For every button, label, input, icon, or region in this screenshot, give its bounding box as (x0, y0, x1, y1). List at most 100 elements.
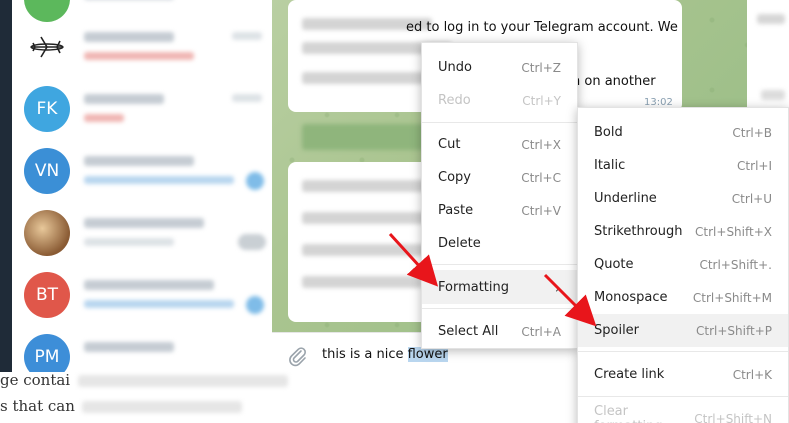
blurred-text (84, 114, 124, 122)
avatar: VN (24, 148, 70, 194)
menu-item-shortcut: Ctrl+V (521, 203, 561, 218)
menu-separator (422, 264, 577, 265)
menu-item-strikethrough[interactable]: Strikethrough Ctrl+Shift+X (578, 215, 788, 248)
menu-item-label: Paste (438, 203, 474, 218)
screenshot-root: FK VN BT PM ed to log in to your Telegra… (0, 0, 789, 423)
chat-list: FK VN BT PM (12, 0, 272, 372)
chat-list-item[interactable] (12, 18, 272, 80)
menu-item-italic[interactable]: Italic Ctrl+I (578, 149, 788, 182)
avatar: FK (24, 86, 70, 132)
menu-item-shortcut: Ctrl+Shift+M (692, 290, 772, 305)
blurred-text (757, 14, 785, 24)
left-sidebar-strip (0, 0, 12, 372)
airplane-icon (24, 24, 70, 70)
blurred-text (84, 52, 194, 60)
blurred-text (84, 176, 234, 184)
formatting-submenu: Bold Ctrl+B Italic Ctrl+I Underline Ctrl… (577, 107, 789, 423)
menu-item-shortcut: Ctrl+Shift+P (696, 323, 772, 338)
blurred-text (84, 300, 234, 308)
menu-item-label: Copy (438, 170, 471, 185)
menu-item-undo[interactable]: Undo Ctrl+Z (422, 51, 577, 84)
unread-badge (246, 296, 264, 314)
menu-item-label: Redo (438, 93, 471, 108)
chat-list-item[interactable]: BT (12, 266, 272, 328)
avatar (24, 210, 70, 256)
blurred-text (82, 401, 242, 413)
menu-item-select-all[interactable]: Select All Ctrl+A (422, 315, 577, 348)
menu-item-shortcut: Ctrl+Y (522, 93, 561, 108)
menu-item-shortcut: Ctrl+K (732, 367, 772, 382)
unread-badge (246, 172, 264, 190)
chat-list-item[interactable]: VN (12, 142, 272, 204)
menu-item-shortcut: Ctrl+C (521, 170, 561, 185)
menu-item-shortcut: Ctrl+I (737, 158, 772, 173)
menu-separator (422, 122, 577, 123)
blurred-text (761, 90, 785, 100)
menu-item-shortcut: Ctrl+A (521, 324, 561, 339)
article-text: s that can (0, 397, 75, 415)
menu-item-label: Undo (438, 60, 472, 75)
menu-item-label: Delete (438, 236, 481, 251)
menu-item-label: Spoiler (594, 323, 640, 338)
blurred-text (84, 94, 164, 104)
menu-item-spoiler[interactable]: Spoiler Ctrl+Shift+P (578, 314, 788, 347)
avatar: BT (24, 272, 70, 318)
input-text: this is a nice (322, 347, 408, 362)
menu-item-label: Quote (594, 257, 634, 272)
menu-item-label: Select All (438, 324, 499, 339)
menu-item-clear-formatting[interactable]: Clear formatting Ctrl+Shift+N (578, 402, 788, 423)
blurred-text (84, 342, 174, 352)
message-text: n on another (572, 74, 656, 89)
menu-item-label: Cut (438, 137, 461, 152)
menu-item-label: Bold (594, 125, 623, 140)
blurred-text (84, 238, 174, 246)
menu-item-formatting[interactable]: Formatting › (422, 270, 577, 304)
menu-item-label: Strikethrough (594, 224, 683, 239)
menu-item-copy[interactable]: Copy Ctrl+C (422, 161, 577, 194)
menu-separator (578, 351, 788, 352)
menu-item-label: Clear formatting (594, 403, 663, 423)
menu-item-underline[interactable]: Underline Ctrl+U (578, 182, 788, 215)
menu-item-shortcut: Ctrl+Shift+N (694, 411, 772, 423)
chevron-right-icon: › (554, 277, 561, 297)
menu-item-label: Formatting (438, 279, 510, 295)
avatar: PM (24, 334, 70, 372)
menu-item-label: Monospace (594, 290, 668, 305)
menu-item-monospace[interactable]: Monospace Ctrl+Shift+M (578, 281, 788, 314)
menu-item-shortcut: Ctrl+Shift+X (695, 224, 772, 239)
blurred-text (84, 156, 194, 166)
menu-item-cut[interactable]: Cut Ctrl+X (422, 128, 577, 161)
menu-item-bold[interactable]: Bold Ctrl+B (578, 116, 788, 149)
blurred-text (78, 375, 288, 387)
menu-separator (578, 396, 788, 397)
menu-item-shortcut: Ctrl+Z (521, 60, 561, 75)
context-menu: Undo Ctrl+Z Redo Ctrl+Y Cut Ctrl+X Copy … (421, 42, 578, 349)
menu-separator (422, 308, 577, 309)
menu-item-shortcut: Ctrl+Shift+. (699, 257, 772, 272)
paperclip-icon[interactable] (286, 345, 308, 367)
unread-badge (238, 234, 266, 250)
chat-list-item[interactable]: FK (12, 80, 272, 142)
blurred-text (302, 276, 422, 288)
menu-item-label: Italic (594, 158, 626, 173)
menu-item-quote[interactable]: Quote Ctrl+Shift+. (578, 248, 788, 281)
blurred-text (232, 94, 262, 102)
menu-item-shortcut: Ctrl+X (521, 137, 561, 152)
article-text: ge contai (0, 371, 71, 389)
blurred-text (84, 280, 214, 290)
selected-text: flower (407, 347, 448, 362)
menu-item-shortcut: Ctrl+U (731, 191, 772, 206)
menu-item-paste[interactable]: Paste Ctrl+V (422, 194, 577, 227)
menu-item-shortcut: Ctrl+B (732, 125, 772, 140)
blurred-text (84, 32, 174, 42)
chat-list-item[interactable]: PM (12, 328, 272, 372)
blurred-text (232, 32, 262, 40)
message-text: ed to log in to your Telegram account. W… (406, 20, 678, 35)
blurred-text (84, 218, 204, 228)
menu-item-redo[interactable]: Redo Ctrl+Y (422, 84, 577, 117)
menu-item-delete[interactable]: Delete (422, 227, 577, 260)
message-input[interactable]: this is a nice flower (322, 347, 448, 362)
menu-item-create-link[interactable]: Create link Ctrl+K (578, 358, 788, 391)
chat-list-item[interactable] (12, 204, 272, 266)
menu-item-label: Underline (594, 191, 657, 206)
